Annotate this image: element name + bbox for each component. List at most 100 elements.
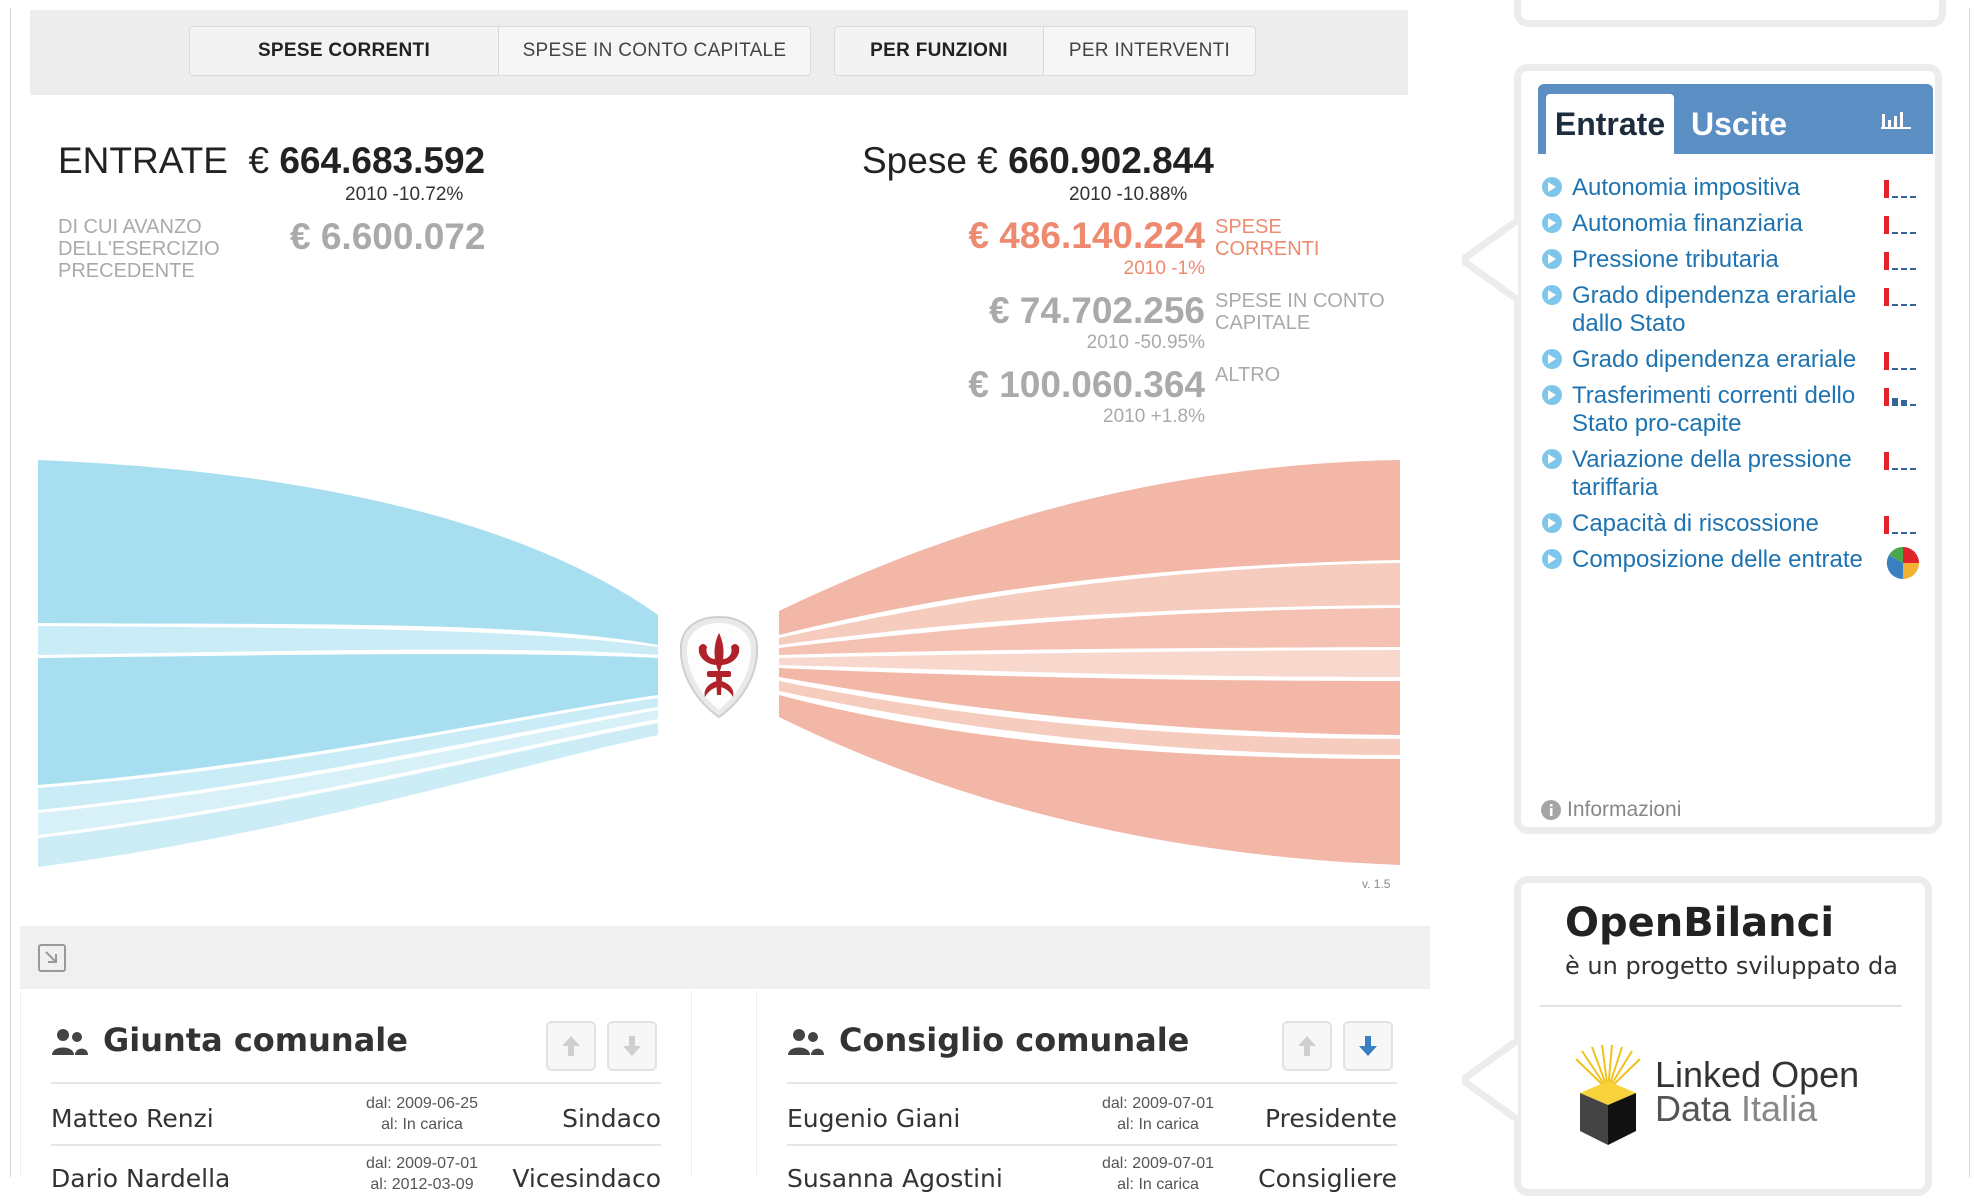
expand-arrow-glyph — [45, 951, 57, 963]
member-from: dal: 2009-07-01 — [365, 1155, 479, 1172]
sort-up-button[interactable] — [546, 1021, 596, 1071]
indicator-label: Autonomia finanziaria — [1572, 210, 1803, 237]
chevron-right-icon — [1542, 549, 1562, 569]
spese-label: Spese — [862, 140, 967, 181]
indicator-label: Capacità di riscossione — [1572, 510, 1819, 537]
sparkline-icon — [1884, 288, 1916, 306]
member-role: Presidente — [1265, 1104, 1397, 1133]
entrate-flow-band[interactable] — [38, 460, 658, 645]
indicator-label: Pressione tributaria — [1572, 246, 1779, 273]
toggle-per-funzioni[interactable]: PER FUNZIONI — [835, 27, 1043, 75]
consiglio-panel: Consiglio comunale Eugenio Giani dal: 20… — [756, 991, 1431, 1193]
sort-up-button[interactable] — [1282, 1021, 1332, 1071]
chevron-right-icon — [1542, 513, 1562, 533]
promo-tagline: è un progetto sviluppato da — [1565, 952, 1898, 980]
spese-altro-compare: 2010 +1.8% — [1103, 406, 1205, 427]
indicators-tabs: Entrate Uscite — [1538, 84, 1933, 154]
indicator-item[interactable]: Composizione delle entrate — [1542, 546, 1932, 580]
bar-chart-icon[interactable] — [1881, 108, 1913, 130]
indicator-item[interactable]: Variazione della pressione tariffaria — [1542, 446, 1932, 502]
spese-correnti-compare: 2010 -1% — [1123, 258, 1205, 279]
users-icon — [788, 1029, 824, 1055]
sparkline-icon — [1884, 388, 1916, 406]
indicator-item[interactable]: Grado dipendenza erariale dallo Stato — [1542, 282, 1932, 338]
expand-icon[interactable] — [38, 944, 66, 972]
toggle-per-interventi[interactable]: PER INTERVENTI — [1043, 27, 1255, 75]
entrate-label: ENTRATE — [58, 140, 228, 181]
member-role: Vicesindaco — [512, 1164, 661, 1193]
chevron-right-icon — [1542, 213, 1562, 233]
spese-amount: 660.902.844 — [1008, 140, 1214, 181]
spese-capitale-label: SPESE IN CONTO CAPITALE — [1215, 290, 1385, 334]
member-row[interactable]: Susanna Agostini dal: 2009-07-01 al: In … — [787, 1147, 1397, 1203]
sort-down-button[interactable] — [1343, 1021, 1393, 1071]
spese-altro-label: ALTRO — [1215, 364, 1281, 386]
toggle-spese-correnti[interactable]: SPESE CORRENTI — [190, 27, 498, 75]
member-name: Dario Nardella — [51, 1164, 231, 1193]
indicator-label: Autonomia impositiva — [1572, 174, 1801, 201]
member-from: dal: 2009-06-25 — [365, 1095, 479, 1112]
chevron-right-icon — [1542, 249, 1562, 269]
widget-pointer — [1462, 1040, 1521, 1120]
widget-pointer — [1462, 220, 1521, 300]
indicator-item[interactable]: Grado dipendenza erariale — [1542, 346, 1932, 374]
tab-entrate[interactable]: Entrate — [1546, 94, 1674, 154]
member-dates: dal: 2009-07-01 al: 2012-03-09 — [347, 1153, 497, 1195]
view-toggle-bar: SPESE CORRENTI SPESE IN CONTO CAPITALE P… — [30, 10, 1408, 95]
indicator-label: Grado dipendenza erariale dallo Stato — [1572, 282, 1857, 337]
divider — [1540, 1005, 1902, 1007]
toggle-spese-conto-capitale[interactable]: SPESE IN CONTO CAPITALE — [498, 27, 810, 75]
member-name: Susanna Agostini — [787, 1164, 1003, 1193]
openbilanci-logo[interactable]: OpenBilanci — [1565, 900, 1834, 946]
info-icon — [1541, 800, 1561, 820]
spese-capitale-amount: € 74.702.256 — [988, 290, 1205, 331]
giunta-title: Giunta comunale — [103, 1021, 408, 1059]
entrate-compare: 2010 -10.72% — [345, 184, 464, 205]
spese-correnti-label: SPESE CORRENTI — [1215, 216, 1320, 260]
spese-currency: € — [977, 140, 998, 181]
entrate-amount: 664.683.592 — [279, 140, 486, 181]
indicator-label: Grado dipendenza erariale — [1572, 346, 1857, 373]
indicator-item[interactable]: Pressione tributaria — [1542, 246, 1932, 274]
sparkline-icon — [1884, 516, 1916, 534]
info-link[interactable]: Informazioni — [1540, 798, 1681, 822]
lod-italia-logo-icon — [1575, 1045, 1641, 1145]
brand-bold: Open — [1565, 900, 1684, 946]
indicator-item[interactable]: Autonomia finanziaria — [1542, 210, 1932, 238]
sparkline-icon — [1884, 216, 1916, 234]
grouping-toggle: PER FUNZIONI PER INTERVENTI — [834, 26, 1256, 76]
lod-italia-wordmark[interactable]: Linked Open Data Italia — [1655, 1057, 1859, 1129]
spese-compare: 2010 -10.88% — [1069, 184, 1188, 205]
chevron-right-icon — [1542, 177, 1562, 197]
giunta-panel: Giunta comunale Matteo Renzi dal: 2009-0… — [20, 991, 692, 1193]
member-row[interactable]: Dario Nardella dal: 2009-07-01 al: 2012-… — [51, 1147, 661, 1203]
spese-altro-amount: € 100.060.364 — [968, 364, 1205, 405]
spese-heading: Spese € 660.902.844 — [862, 140, 1214, 182]
indicator-item[interactable]: Trasferimenti correnti dello Stato pro-c… — [1542, 382, 1932, 438]
avanzo-amount: € 6.600.072 — [290, 216, 486, 257]
spese-correnti-amount: € 486.140.224 — [968, 215, 1205, 256]
member-row[interactable]: Eugenio Giani dal: 2009-07-01 al: In car… — [787, 1087, 1397, 1143]
sort-down-button[interactable] — [607, 1021, 657, 1071]
indicator-label: Trasferimenti correnti dello Stato pro-c… — [1572, 382, 1856, 437]
member-row[interactable]: Matteo Renzi dal: 2009-06-25 al: In cari… — [51, 1087, 661, 1143]
member-from: dal: 2009-07-01 — [1101, 1095, 1215, 1112]
tab-uscite[interactable]: Uscite — [1691, 94, 1787, 154]
indicator-item[interactable]: Autonomia impositiva — [1542, 174, 1932, 202]
sparkline-icon — [1884, 180, 1916, 198]
sparkline-icon — [1884, 352, 1916, 370]
indicator-label: Composizione delle entrate — [1572, 546, 1863, 573]
partner-line2b: Italia — [1741, 1088, 1818, 1129]
entrate-heading: ENTRATE € 664.683.592 — [58, 140, 485, 182]
divider — [787, 1144, 1397, 1146]
chevron-right-icon — [1542, 449, 1562, 469]
member-name: Eugenio Giani — [787, 1104, 961, 1133]
indicator-item[interactable]: Capacità di riscossione — [1542, 510, 1932, 538]
users-icon — [52, 1029, 88, 1055]
entrate-currency: € — [248, 140, 270, 181]
member-name: Matteo Renzi — [51, 1104, 214, 1133]
version-label: v. 1.5 — [1362, 877, 1391, 891]
sparkline-icon — [1884, 452, 1916, 470]
avanzo-label: DI CUI AVANZO DELL'ESERCIZIO PRECEDENTE — [58, 216, 220, 282]
chevron-right-icon — [1542, 349, 1562, 369]
